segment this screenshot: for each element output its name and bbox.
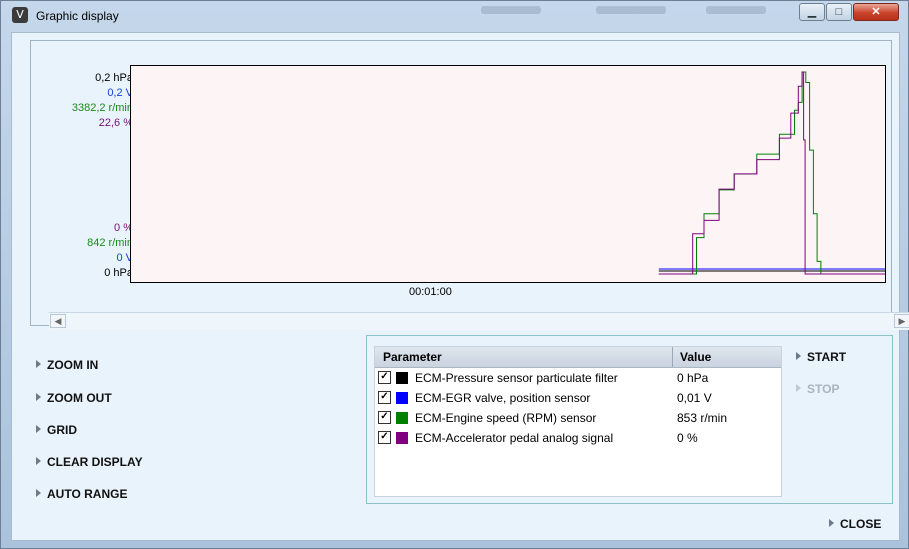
arrow-right-icon [36,489,41,497]
parameter-name: ECM-Engine speed (RPM) sensor [415,411,597,425]
parameter-value: 0 % [677,431,698,445]
clear-display-button[interactable]: CLEAR DISPLAY [36,455,143,469]
parameter-name: ECM-EGR valve, position sensor [415,391,591,405]
title-bar[interactable]: V Graphic display ▁ □ ✕ [1,1,908,31]
blurred-background-text [481,6,541,14]
value-column-header[interactable]: Value [680,350,711,364]
stop-label: STOP [807,382,840,396]
table-row[interactable]: ✓ ECM-EGR valve, position sensor 0,01 V [375,388,781,408]
y-axis-max-label: 3382,2 r/min [71,102,133,114]
color-swatch [396,392,408,404]
row-checkbox[interactable]: ✓ [378,371,391,384]
clear-display-label: CLEAR DISPLAY [47,455,143,469]
table-header: Parameter Value [375,347,781,368]
parameter-value: 0 hPa [677,371,709,385]
minimize-button[interactable]: ▁ [799,3,825,21]
table-row[interactable]: ✓ ECM-Pressure sensor particulate filter 0… [375,368,781,388]
arrow-right-icon [36,425,41,433]
close-window-button[interactable]: ✕ [853,3,899,21]
row-checkbox[interactable]: ✓ [378,431,391,444]
parameter-name: ECM-Accelerator pedal analog signal [415,431,614,445]
zoom-in-label: ZOOM IN [47,358,99,372]
arrow-right-icon [36,393,41,401]
table-row[interactable]: ✓ ECM-Accelerator pedal analog signal 0 % [375,428,781,448]
start-label: START [807,350,847,364]
y-axis-min-label: 0 hPa [104,267,133,279]
maximize-button[interactable]: □ [826,3,852,21]
y-axis-max-label: 0,2 hPa [95,72,133,84]
color-swatch [396,412,408,424]
y-axis-max-label: 22,6 % [98,117,133,129]
blurred-background-text [706,6,766,14]
parameter-name: ECM-Pressure sensor particulate filter [415,371,618,385]
row-checkbox[interactable]: ✓ [378,391,391,404]
arrow-right-icon [36,457,41,465]
parameter-value: 0,01 V [677,391,712,405]
zoom-out-label: ZOOM OUT [47,391,112,405]
arrow-right-icon [36,360,41,368]
auto-range-button[interactable]: AUTO RANGE [36,487,127,501]
column-divider [672,347,673,367]
grid-label: GRID [47,423,77,437]
parameter-column-header[interactable]: Parameter [383,350,442,364]
chart-panel: 0,2 hPa 0,2 V 3382,2 r/min 22,6 % 0 % 842 r/m… [30,40,909,330]
time-axis-label: 00:01:00 [409,286,452,298]
series-line [658,71,885,275]
y-axis-min-label: 842 r/min [87,237,133,249]
line-chart [658,71,885,275]
start-button[interactable]: START [796,350,846,364]
window-title: Graphic display [36,9,119,23]
color-swatch [396,372,408,384]
blurred-background-text [596,6,666,14]
arrow-right-icon [829,519,834,527]
plot-area [130,65,886,283]
app-icon: V [12,7,28,23]
horizontal-scrollbar[interactable]: ◀ ▶ [49,312,909,330]
zoom-in-button[interactable]: ZOOM IN [36,358,98,372]
graphic-display-window: V Graphic display ▁ □ ✕ 0,2 hPa 0,2 V 3382… [0,0,909,549]
row-checkbox[interactable]: ✓ [378,411,391,424]
scroll-right-icon[interactable]: ▶ [894,314,909,328]
close-label: CLOSE [840,517,882,531]
parameter-table: Parameter Value ✓ ECM-Pressure sensor par… [374,346,782,497]
parameter-value: 853 r/min [677,411,728,425]
grid-button[interactable]: GRID [36,423,77,437]
zoom-out-button[interactable]: ZOOM OUT [36,391,112,405]
client-area: 0,2 hPa 0,2 V 3382,2 r/min 22,6 % 0 % 842 r/m… [11,32,909,541]
arrow-right-icon [796,384,801,392]
table-row[interactable]: ✓ ECM-Engine speed (RPM) sensor 853 r/min [375,408,781,428]
auto-range-label: AUTO RANGE [47,487,128,501]
scroll-left-icon[interactable]: ◀ [50,314,66,328]
color-swatch [396,432,408,444]
close-button[interactable]: CLOSE [829,517,881,531]
arrow-right-icon [796,352,801,360]
stop-button: STOP [796,382,839,396]
